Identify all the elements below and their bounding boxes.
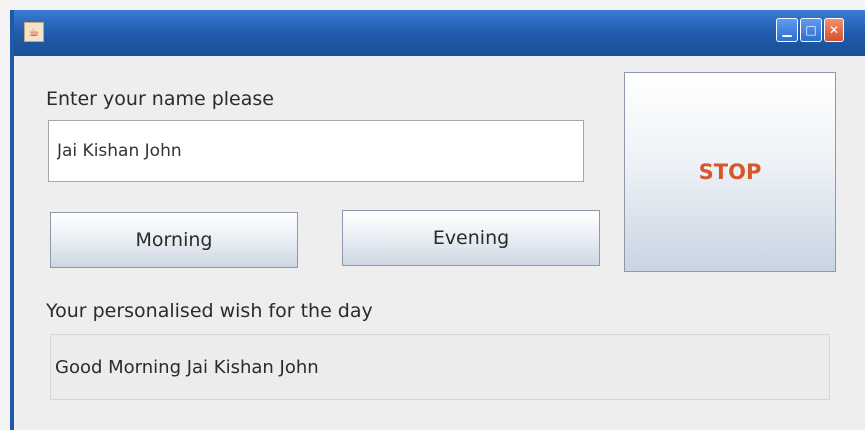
title-bar[interactable]: ☕ ▁ □ ✕ xyxy=(14,10,865,56)
maximize-icon: □ xyxy=(805,23,817,37)
morning-button[interactable]: Morning xyxy=(50,212,298,268)
name-input[interactable] xyxy=(48,120,584,182)
name-label: Enter your name please xyxy=(46,88,274,110)
evening-button[interactable]: Evening xyxy=(342,210,600,266)
minimize-button[interactable]: ▁ xyxy=(776,18,798,42)
app-window: ☕ ▁ □ ✕ Enter your name please Morning E… xyxy=(10,10,865,430)
close-icon: ✕ xyxy=(828,23,840,37)
minimize-icon: ▁ xyxy=(782,23,792,37)
close-button[interactable]: ✕ xyxy=(824,18,844,42)
maximize-button[interactable]: □ xyxy=(800,18,822,42)
wish-label: Your personalised wish for the day xyxy=(46,300,373,322)
java-app-icon: ☕ xyxy=(24,22,44,42)
stop-button[interactable]: STOP xyxy=(624,72,836,272)
wish-output: Good Morning Jai Kishan John xyxy=(50,334,830,400)
